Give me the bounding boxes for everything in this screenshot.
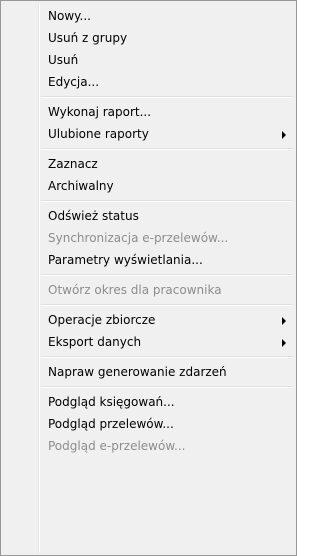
menu-item-podglad-e-przelewow: Podgląd e-przelewów... [1, 435, 296, 457]
menu-separator [41, 145, 293, 153]
menu-item-zaznacz[interactable]: Zaznacz [1, 153, 296, 175]
menu-item-eksport-danych[interactable]: Eksport danych [1, 331, 296, 353]
menu-item-label: Podgląd przelewów... [48, 417, 174, 431]
menu-item-label: Archiwalny [48, 179, 114, 193]
menu-item-label: Otwórz okres dla pracownika [48, 283, 222, 297]
menu-item-label: Nowy... [48, 9, 91, 23]
menu-item-nowy[interactable]: Nowy... [1, 5, 296, 27]
menu-item-label: Eksport danych [48, 335, 142, 349]
menu-item-podglad-przelewow[interactable]: Podgląd przelewów... [1, 413, 296, 435]
submenu-arrow-icon [282, 317, 286, 325]
menu-item-label: Podgląd e-przelewów... [48, 439, 186, 453]
menu-items: Nowy... Usuń z grupy Usuń Edycja... Wyko… [1, 5, 296, 457]
menu-item-synchronizacja-e-przelewow: Synchronizacja e-przelewów... [1, 227, 296, 249]
menu-separator [41, 271, 293, 279]
menu-item-label: Operacje zbiorcze [48, 313, 156, 327]
menu-item-otworz-okres: Otwórz okres dla pracownika [1, 279, 296, 301]
submenu-arrow-icon [282, 131, 286, 139]
menu-item-label: Wykonaj raport... [48, 105, 152, 119]
menu-item-label: Synchronizacja e-przelewów... [48, 231, 229, 245]
menu-separator [41, 197, 293, 205]
menu-item-label: Ulubione raporty [48, 127, 149, 141]
menu-item-label: Napraw generowanie zdarzeń [48, 365, 227, 379]
menu-item-label: Zaznacz [48, 157, 98, 171]
menu-item-parametry-wyswietlania[interactable]: Parametry wyświetlania... [1, 249, 296, 271]
context-menu: Nowy... Usuń z grupy Usuń Edycja... Wyko… [0, 0, 297, 556]
menu-item-usun[interactable]: Usuń [1, 49, 296, 71]
menu-item-label: Usuń z grupy [48, 31, 128, 45]
menu-item-podglad-ksiegowan[interactable]: Podgląd księgowań... [1, 391, 296, 413]
menu-separator [41, 93, 293, 101]
menu-item-label: Parametry wyświetlania... [48, 253, 203, 267]
menu-item-edycja[interactable]: Edycja... [1, 71, 296, 93]
menu-item-archiwalny[interactable]: Archiwalny [1, 175, 296, 197]
menu-item-odswiez-status[interactable]: Odśwież status [1, 205, 296, 227]
menu-item-usun-z-grupy[interactable]: Usuń z grupy [1, 27, 296, 49]
menu-item-ulubione-raporty[interactable]: Ulubione raporty [1, 123, 296, 145]
menu-item-label: Odśwież status [48, 209, 139, 223]
menu-item-label: Podgląd księgowań... [48, 395, 175, 409]
menu-item-operacje-zbiorcze[interactable]: Operacje zbiorcze [1, 309, 296, 331]
menu-item-wykonaj-raport[interactable]: Wykonaj raport... [1, 101, 296, 123]
submenu-arrow-icon [282, 339, 286, 347]
menu-separator [41, 383, 293, 391]
menu-separator [41, 301, 293, 309]
menu-item-label: Usuń [48, 53, 79, 67]
menu-item-napraw-generowanie-zdarzen[interactable]: Napraw generowanie zdarzeń [1, 361, 296, 383]
menu-separator [41, 353, 293, 361]
menu-item-label: Edycja... [48, 75, 100, 89]
